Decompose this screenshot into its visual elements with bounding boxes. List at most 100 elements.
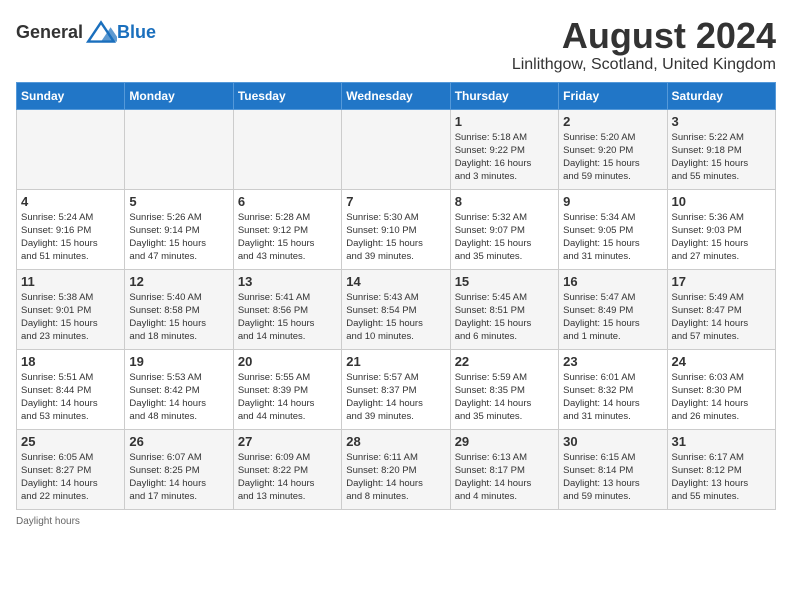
day-info: Sunrise: 6:03 AM Sunset: 8:30 PM Dayligh… <box>672 371 771 424</box>
logo-general-text: General <box>16 22 83 43</box>
day-number: 30 <box>563 434 662 449</box>
col-header-wednesday: Wednesday <box>342 82 450 109</box>
day-number: 12 <box>129 274 228 289</box>
day-number: 5 <box>129 194 228 209</box>
day-number: 14 <box>346 274 445 289</box>
logo-blue-text: Blue <box>117 22 156 43</box>
col-header-monday: Monday <box>125 82 233 109</box>
week-row-5: 25 Sunrise: 6:05 AM Sunset: 8:27 PM Dayli… <box>17 429 776 509</box>
day-info: Sunrise: 6:09 AM Sunset: 8:22 PM Dayligh… <box>238 451 337 504</box>
day-info: Sunrise: 6:11 AM Sunset: 8:20 PM Dayligh… <box>346 451 445 504</box>
logo-icon <box>85 16 117 48</box>
calendar-cell: 4 Sunrise: 5:24 AM Sunset: 9:16 PM Daylig… <box>17 189 125 269</box>
day-number: 24 <box>672 354 771 369</box>
day-info: Sunrise: 5:28 AM Sunset: 9:12 PM Dayligh… <box>238 211 337 264</box>
day-info: Sunrise: 5:49 AM Sunset: 8:47 PM Dayligh… <box>672 291 771 344</box>
calendar-cell: 10Sunrise: 5:36 AM Sunset: 9:03 PM Dayli… <box>667 189 775 269</box>
day-info: Sunrise: 5:57 AM Sunset: 8:37 PM Dayligh… <box>346 371 445 424</box>
calendar-cell: 8 Sunrise: 5:32 AM Sunset: 9:07 PM Daylig… <box>450 189 558 269</box>
calendar-cell: 29Sunrise: 6:13 AM Sunset: 8:17 PM Dayli… <box>450 429 558 509</box>
week-row-3: 11Sunrise: 5:38 AM Sunset: 9:01 PM Dayli… <box>17 269 776 349</box>
calendar-cell: 26 Sunrise: 6:07 AM Sunset: 8:25 PM Dayli… <box>125 429 233 509</box>
calendar-cell: 3Sunrise: 5:22 AM Sunset: 9:18 PM Daylig… <box>667 109 775 189</box>
day-info: Sunrise: 5:47 AM Sunset: 8:49 PM Dayligh… <box>563 291 662 344</box>
day-info: Sunrise: 5:59 AM Sunset: 8:35 PM Dayligh… <box>455 371 554 424</box>
calendar-cell: 17 Sunrise: 5:49 AM Sunset: 8:47 PM Dayli… <box>667 269 775 349</box>
day-info: Sunrise: 5:41 AM Sunset: 8:56 PM Dayligh… <box>238 291 337 344</box>
calendar-cell: 13Sunrise: 5:41 AM Sunset: 8:56 PM Dayli… <box>233 269 341 349</box>
calendar-cell: 20 Sunrise: 5:55 AM Sunset: 8:39 PM Dayli… <box>233 349 341 429</box>
calendar-cell: 15Sunrise: 5:45 AM Sunset: 8:51 PM Dayli… <box>450 269 558 349</box>
calendar-cell <box>233 109 341 189</box>
calendar-cell <box>125 109 233 189</box>
day-number: 17 <box>672 274 771 289</box>
day-info: Sunrise: 6:01 AM Sunset: 8:32 PM Dayligh… <box>563 371 662 424</box>
calendar-cell: 21 Sunrise: 5:57 AM Sunset: 8:37 PM Dayli… <box>342 349 450 429</box>
calendar-cell: 1Sunrise: 5:18 AM Sunset: 9:22 PM Daylig… <box>450 109 558 189</box>
calendar-cell: 23 Sunrise: 6:01 AM Sunset: 8:32 PM Dayli… <box>559 349 667 429</box>
day-number: 28 <box>346 434 445 449</box>
day-number: 18 <box>21 354 120 369</box>
calendar-cell: 9 Sunrise: 5:34 AM Sunset: 9:05 PM Daylig… <box>559 189 667 269</box>
col-header-friday: Friday <box>559 82 667 109</box>
day-info: Sunrise: 5:32 AM Sunset: 9:07 PM Dayligh… <box>455 211 554 264</box>
day-info: Sunrise: 6:07 AM Sunset: 8:25 PM Dayligh… <box>129 451 228 504</box>
calendar-cell: 7Sunrise: 5:30 AM Sunset: 9:10 PM Daylig… <box>342 189 450 269</box>
calendar-cell: 5 Sunrise: 5:26 AM Sunset: 9:14 PM Daylig… <box>125 189 233 269</box>
day-number: 25 <box>21 434 120 449</box>
calendar-cell: 24 Sunrise: 6:03 AM Sunset: 8:30 PM Dayli… <box>667 349 775 429</box>
day-info: Sunrise: 5:24 AM Sunset: 9:16 PM Dayligh… <box>21 211 120 264</box>
calendar-cell: 30 Sunrise: 6:15 AM Sunset: 8:14 PM Dayli… <box>559 429 667 509</box>
daylight-label: Daylight hours <box>16 516 80 527</box>
day-info: Sunrise: 5:18 AM Sunset: 9:22 PM Dayligh… <box>455 131 554 184</box>
col-header-tuesday: Tuesday <box>233 82 341 109</box>
calendar-cell: 2Sunrise: 5:20 AM Sunset: 9:20 PM Daylig… <box>559 109 667 189</box>
day-number: 26 <box>129 434 228 449</box>
day-number: 16 <box>563 274 662 289</box>
day-info: Sunrise: 5:26 AM Sunset: 9:14 PM Dayligh… <box>129 211 228 264</box>
calendar-cell: 12Sunrise: 5:40 AM Sunset: 8:58 PM Dayli… <box>125 269 233 349</box>
day-number: 6 <box>238 194 337 209</box>
calendar-cell: 28 Sunrise: 6:11 AM Sunset: 8:20 PM Dayli… <box>342 429 450 509</box>
calendar-cell: 6 Sunrise: 5:28 AM Sunset: 9:12 PM Daylig… <box>233 189 341 269</box>
day-number: 21 <box>346 354 445 369</box>
day-info: Sunrise: 5:38 AM Sunset: 9:01 PM Dayligh… <box>21 291 120 344</box>
calendar-cell: 11Sunrise: 5:38 AM Sunset: 9:01 PM Dayli… <box>17 269 125 349</box>
day-number: 19 <box>129 354 228 369</box>
title-block: August 2024 Linlithgow, Scotland, United… <box>512 16 776 74</box>
day-number: 4 <box>21 194 120 209</box>
week-row-2: 4 Sunrise: 5:24 AM Sunset: 9:16 PM Daylig… <box>17 189 776 269</box>
calendar-cell: 22Sunrise: 5:59 AM Sunset: 8:35 PM Dayli… <box>450 349 558 429</box>
day-info: Sunrise: 6:15 AM Sunset: 8:14 PM Dayligh… <box>563 451 662 504</box>
week-row-1: 1Sunrise: 5:18 AM Sunset: 9:22 PM Daylig… <box>17 109 776 189</box>
calendar-cell: 18 Sunrise: 5:51 AM Sunset: 8:44 PM Dayli… <box>17 349 125 429</box>
day-info: Sunrise: 5:34 AM Sunset: 9:05 PM Dayligh… <box>563 211 662 264</box>
calendar-cell <box>342 109 450 189</box>
day-number: 8 <box>455 194 554 209</box>
day-number: 15 <box>455 274 554 289</box>
day-number: 20 <box>238 354 337 369</box>
col-header-thursday: Thursday <box>450 82 558 109</box>
calendar-cell: 31Sunrise: 6:17 AM Sunset: 8:12 PM Dayli… <box>667 429 775 509</box>
day-number: 23 <box>563 354 662 369</box>
calendar-table: SundayMondayTuesdayWednesdayThursdayFrid… <box>16 82 776 510</box>
calendar-cell: 14Sunrise: 5:43 AM Sunset: 8:54 PM Dayli… <box>342 269 450 349</box>
calendar-cell: 19 Sunrise: 5:53 AM Sunset: 8:42 PM Dayli… <box>125 349 233 429</box>
col-header-saturday: Saturday <box>667 82 775 109</box>
day-number: 9 <box>563 194 662 209</box>
day-info: Sunrise: 6:05 AM Sunset: 8:27 PM Dayligh… <box>21 451 120 504</box>
calendar-cell: 27Sunrise: 6:09 AM Sunset: 8:22 PM Dayli… <box>233 429 341 509</box>
day-info: Sunrise: 5:53 AM Sunset: 8:42 PM Dayligh… <box>129 371 228 424</box>
page-header: General Blue August 2024 Linlithgow, Sco… <box>16 16 776 74</box>
calendar-cell <box>17 109 125 189</box>
day-info: Sunrise: 5:51 AM Sunset: 8:44 PM Dayligh… <box>21 371 120 424</box>
location-subtitle: Linlithgow, Scotland, United Kingdom <box>512 56 776 74</box>
day-info: Sunrise: 6:13 AM Sunset: 8:17 PM Dayligh… <box>455 451 554 504</box>
footer: Daylight hours <box>16 516 776 527</box>
day-number: 7 <box>346 194 445 209</box>
day-info: Sunrise: 5:55 AM Sunset: 8:39 PM Dayligh… <box>238 371 337 424</box>
day-number: 10 <box>672 194 771 209</box>
day-number: 31 <box>672 434 771 449</box>
day-info: Sunrise: 5:22 AM Sunset: 9:18 PM Dayligh… <box>672 131 771 184</box>
calendar-header-row: SundayMondayTuesdayWednesdayThursdayFrid… <box>17 82 776 109</box>
